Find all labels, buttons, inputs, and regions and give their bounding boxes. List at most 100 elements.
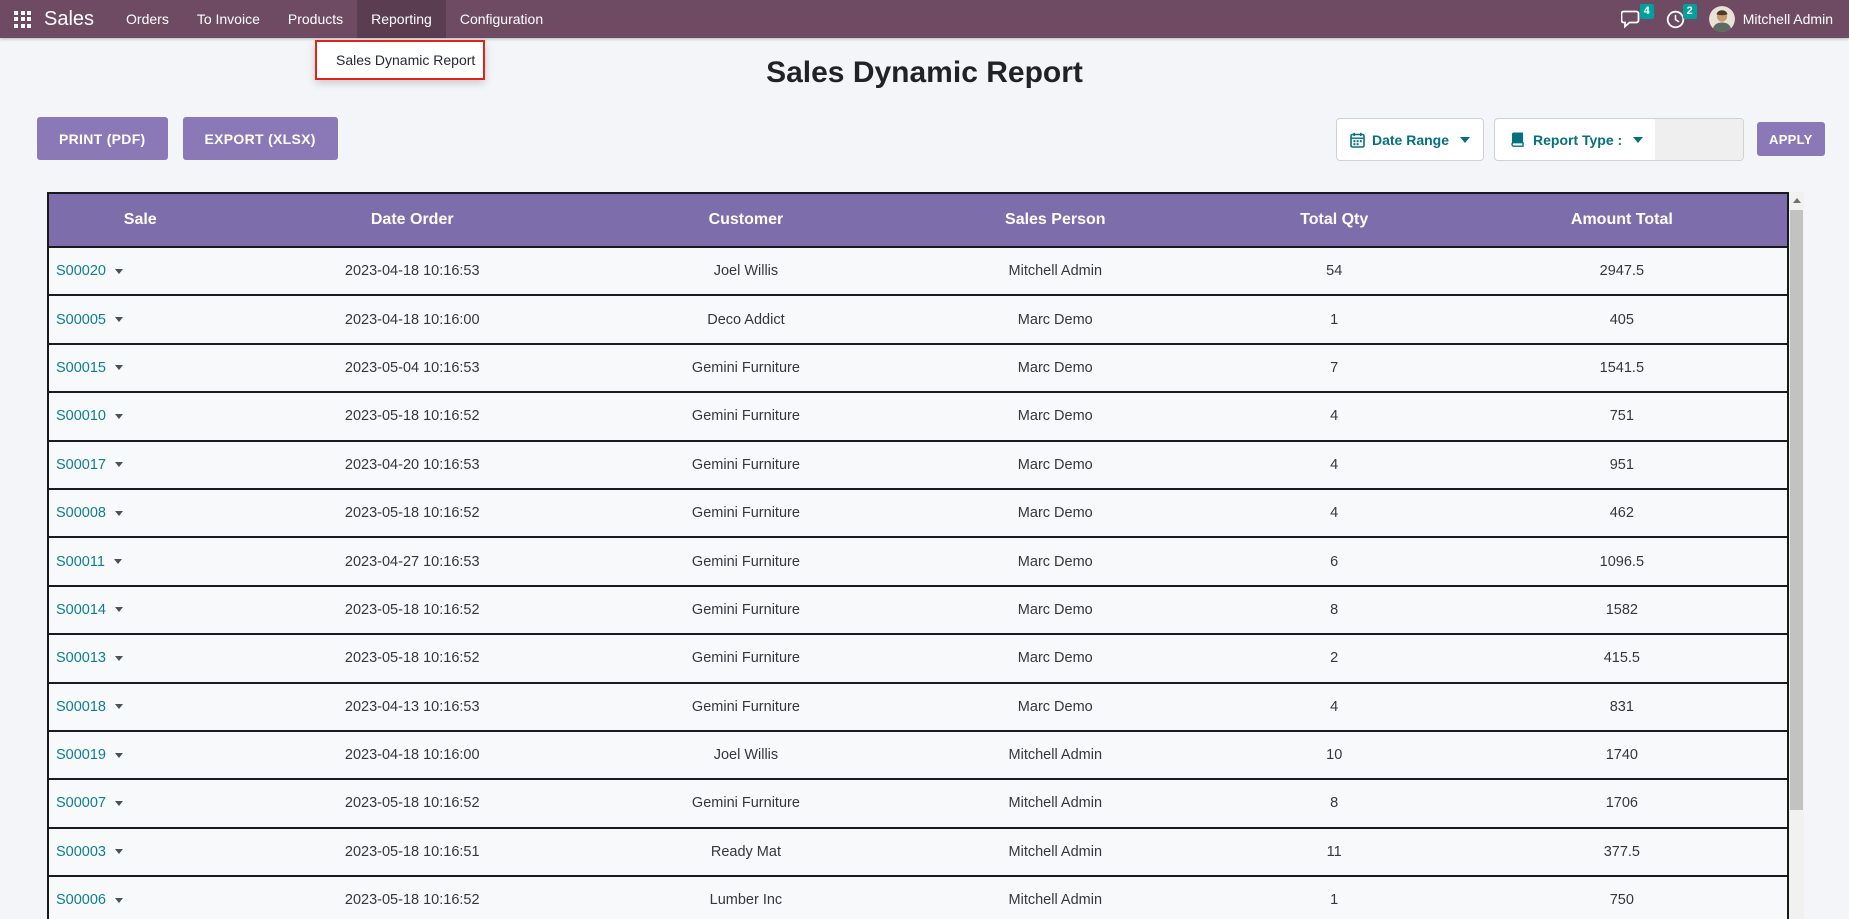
print-pdf-button[interactable]: PRINT (PDF) <box>37 117 168 160</box>
sale-order-link[interactable]: S00019 <box>56 747 106 763</box>
scrollbar-thumb[interactable] <box>1790 210 1803 810</box>
chevron-down-icon[interactable] <box>115 704 123 709</box>
sale-order-link[interactable]: S00020 <box>56 263 106 279</box>
calendar-icon <box>1350 132 1365 148</box>
table-scrollbar[interactable] <box>1789 192 1804 919</box>
sale-order-link[interactable]: S00014 <box>56 602 106 618</box>
navbar-right: 4 2 <box>1621 6 1849 32</box>
amount-total-cell: 951 <box>1457 457 1787 473</box>
chevron-down-icon[interactable] <box>115 414 123 419</box>
chevron-down-icon[interactable] <box>115 511 123 516</box>
apply-button[interactable]: APPLY <box>1757 122 1825 156</box>
nav-menu: OrdersTo InvoiceProductsReportingConfigu… <box>112 0 557 38</box>
sale-order-link[interactable]: S00006 <box>56 892 106 908</box>
sale-order-link[interactable]: S00018 <box>56 699 106 715</box>
sales-person-cell: Mitchell Admin <box>899 892 1212 908</box>
messages-button[interactable]: 4 <box>1621 10 1642 29</box>
column-header-date-order: Date Order <box>231 194 593 246</box>
date-range-dropdown[interactable]: Date Range <box>1336 118 1484 161</box>
chevron-down-icon[interactable] <box>115 849 123 854</box>
sales-person-cell: Mitchell Admin <box>899 747 1212 763</box>
sale-order-link[interactable]: S00007 <box>56 795 106 811</box>
sale-cell: S00008 <box>49 505 231 521</box>
sale-order-link[interactable]: S00005 <box>56 312 106 328</box>
menu-item-sales-dynamic-report[interactable]: Sales Dynamic Report <box>336 52 475 68</box>
sale-cell: S00014 <box>49 602 231 618</box>
activities-button[interactable]: 2 <box>1666 10 1685 29</box>
customer-cell: Lumber Inc <box>593 892 899 908</box>
chevron-down-icon[interactable] <box>115 365 123 370</box>
report-type-value-area[interactable] <box>1655 119 1743 160</box>
amount-total-cell: 377.5 <box>1457 844 1787 860</box>
nav-item-products[interactable]: Products <box>274 0 357 38</box>
nav-item-orders[interactable]: Orders <box>112 0 183 38</box>
sales-person-cell: Marc Demo <box>899 312 1212 328</box>
scroll-up-button[interactable] <box>1789 192 1804 209</box>
chevron-down-icon[interactable] <box>115 462 123 467</box>
book-icon <box>1510 132 1526 147</box>
date-order-cell: 2023-04-20 10:16:53 <box>231 457 593 473</box>
date-order-cell: 2023-04-18 10:16:00 <box>231 747 593 763</box>
report-type-dropdown[interactable]: Report Type : <box>1494 118 1744 161</box>
chat-bubble-icon <box>1621 10 1642 29</box>
sales-person-cell: Marc Demo <box>899 360 1212 376</box>
total-qty-cell: 10 <box>1212 747 1457 763</box>
table-row: S000152023-05-04 10:16:53Gemini Furnitur… <box>49 345 1787 393</box>
chevron-down-icon <box>1460 137 1470 143</box>
amount-total-cell: 405 <box>1457 312 1787 328</box>
nav-item-reporting[interactable]: Reporting <box>357 0 446 38</box>
sales-person-cell: Marc Demo <box>899 505 1212 521</box>
sales-person-cell: Marc Demo <box>899 699 1212 715</box>
export-xlsx-button[interactable]: EXPORT (XLSX) <box>183 117 338 160</box>
sale-order-link[interactable]: S00013 <box>56 650 106 666</box>
total-qty-cell: 4 <box>1212 457 1457 473</box>
customer-cell: Gemini Furniture <box>593 795 899 811</box>
avatar[interactable] <box>1709 6 1735 32</box>
chevron-down-icon[interactable] <box>115 801 123 806</box>
sales-person-cell: Marc Demo <box>899 457 1212 473</box>
nav-item-to-invoice[interactable]: To Invoice <box>183 0 274 38</box>
total-qty-cell: 4 <box>1212 505 1457 521</box>
table-header-row: SaleDate OrderCustomerSales PersonTotal … <box>49 194 1787 248</box>
date-order-cell: 2023-05-04 10:16:53 <box>231 360 593 376</box>
date-range-label: Date Range <box>1372 132 1449 148</box>
user-menu[interactable]: Mitchell Admin <box>1709 6 1833 32</box>
sale-order-link[interactable]: S00008 <box>56 505 106 521</box>
chevron-down-icon[interactable] <box>115 607 123 612</box>
sales-person-cell: Mitchell Admin <box>899 795 1212 811</box>
sale-order-link[interactable]: S00017 <box>56 457 106 473</box>
chevron-down-icon[interactable] <box>115 753 123 758</box>
report-type-label: Report Type : <box>1533 132 1622 148</box>
sale-order-link[interactable]: S00011 <box>56 554 105 570</box>
sales-person-cell: Marc Demo <box>899 408 1212 424</box>
sale-order-link[interactable]: S00010 <box>56 408 106 424</box>
sale-order-link[interactable]: S00015 <box>56 360 106 376</box>
sales-person-cell: Marc Demo <box>899 650 1212 666</box>
apps-grid-icon[interactable] <box>14 11 31 28</box>
report-table: SaleDate OrderCustomerSales PersonTotal … <box>47 192 1789 919</box>
sale-cell: S00011 <box>49 554 231 570</box>
sale-order-link[interactable]: S00003 <box>56 844 106 860</box>
chevron-down-icon[interactable] <box>115 317 123 322</box>
total-qty-cell: 6 <box>1212 554 1457 570</box>
table-row: S000072023-05-18 10:16:52Gemini Furnitur… <box>49 780 1787 828</box>
amount-total-cell: 831 <box>1457 699 1787 715</box>
table-row: S000082023-05-18 10:16:52Gemini Furnitur… <box>49 490 1787 538</box>
chevron-down-icon[interactable] <box>115 269 123 274</box>
chevron-down-icon[interactable] <box>115 656 123 661</box>
sale-cell: S00005 <box>49 312 231 328</box>
sale-cell: S00017 <box>49 457 231 473</box>
app-brand[interactable]: Sales <box>44 8 94 31</box>
column-header-sale: Sale <box>49 194 231 246</box>
date-order-cell: 2023-05-18 10:16:52 <box>231 892 593 908</box>
chevron-down-icon[interactable] <box>114 559 122 564</box>
column-header-total-qty: Total Qty <box>1212 194 1457 246</box>
clock-icon <box>1666 10 1685 29</box>
sale-cell: S00013 <box>49 650 231 666</box>
reporting-dropdown: Sales Dynamic Report <box>315 40 485 80</box>
chevron-down-icon[interactable] <box>115 898 123 903</box>
nav-item-configuration[interactable]: Configuration <box>446 0 557 38</box>
activities-badge: 2 <box>1683 4 1697 19</box>
sale-cell: S00010 <box>49 408 231 424</box>
user-name: Mitchell Admin <box>1743 11 1833 27</box>
